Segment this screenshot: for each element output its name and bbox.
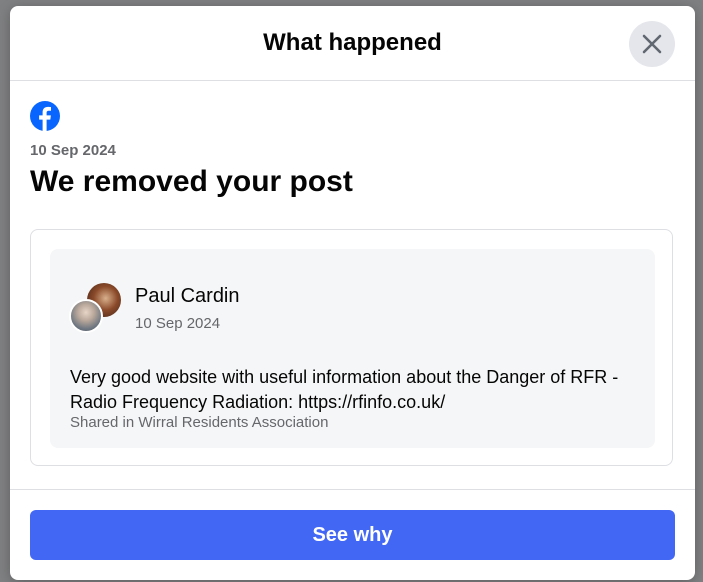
what-happened-dialog: What happened 10 Sep 2024 We removed you… [10, 6, 695, 580]
footer-divider [10, 489, 695, 490]
notice-date: 10 Sep 2024 [30, 142, 116, 159]
notice-heading: We removed your post [30, 165, 353, 198]
dialog-header: What happened [10, 6, 695, 81]
post-preview: Paul Cardin 10 Sep 2024 Very good websit… [50, 249, 655, 448]
see-why-button[interactable]: See why [30, 510, 675, 560]
close-button[interactable] [629, 21, 675, 67]
author-avatar [69, 299, 103, 333]
removed-post-card: Paul Cardin 10 Sep 2024 Very good websit… [30, 229, 673, 466]
facebook-logo-icon [30, 101, 60, 131]
post-shared-in: Shared in Wirral Residents Association [70, 414, 329, 431]
dialog-title: What happened [263, 29, 442, 56]
post-author-name: Paul Cardin [135, 285, 240, 307]
post-text: Very good website with useful informatio… [70, 367, 619, 412]
close-icon [642, 34, 662, 54]
post-date: 10 Sep 2024 [135, 315, 221, 332]
